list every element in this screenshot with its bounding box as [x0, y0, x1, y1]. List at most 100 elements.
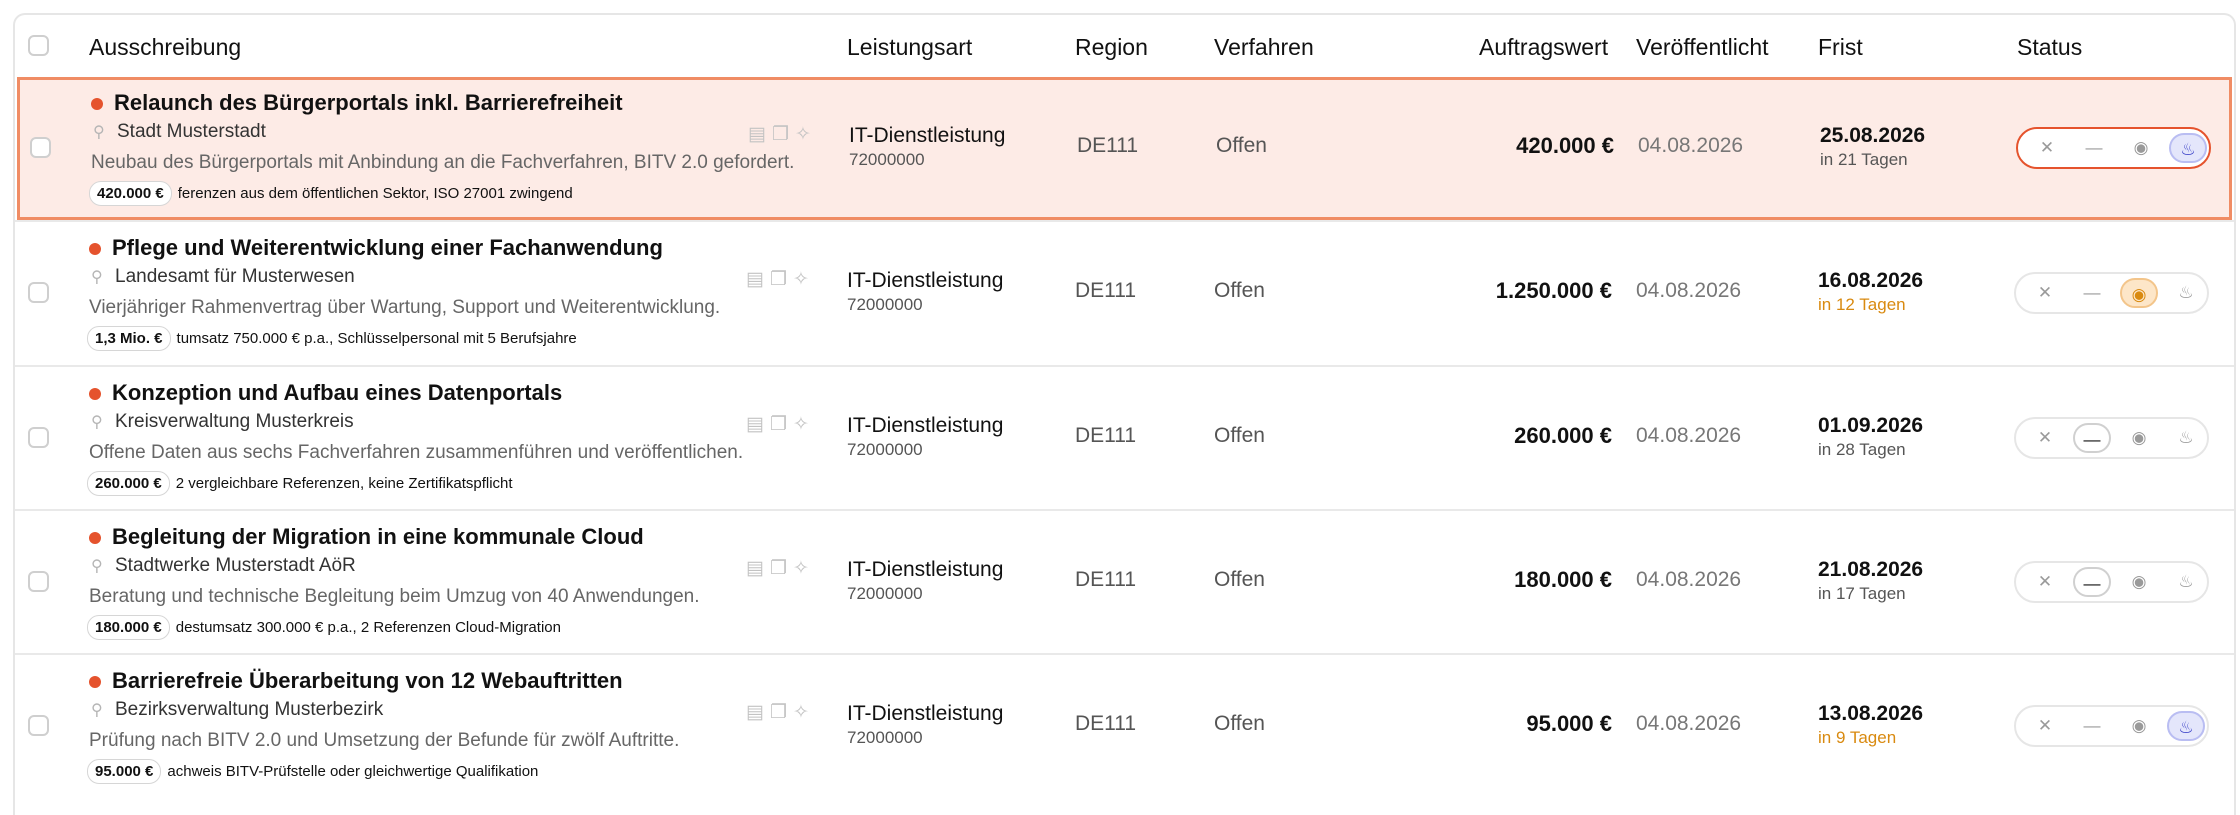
- pin-icon[interactable]: ⚲: [91, 700, 103, 720]
- status-hot-button[interactable]: ♨: [2167, 567, 2205, 597]
- status-neutral-button[interactable]: —: [2073, 278, 2111, 308]
- table-row[interactable]: Begleitung der Migration in eine kommuna…: [15, 509, 2234, 654]
- deadline-relative: in 28 Tagen: [1818, 440, 1906, 459]
- document-icon[interactable]: ▤: [746, 269, 770, 290]
- sparkle-icon[interactable]: ✧: [793, 414, 815, 435]
- status-neutral-button[interactable]: —: [2073, 567, 2111, 597]
- document-icon[interactable]: ▤: [748, 124, 772, 145]
- row-checkbox[interactable]: [28, 282, 49, 303]
- tag-row: 1,3 Mio. € tumsatz 750.000 € p.a., Schlüs…: [87, 326, 577, 352]
- status-selector[interactable]: ✕ — ◉ ♨: [2014, 417, 2209, 459]
- header-procedure[interactable]: Verfahren: [1214, 34, 1314, 61]
- select-all-checkbox[interactable]: [28, 35, 49, 56]
- pin-icon[interactable]: ⚲: [91, 556, 103, 576]
- pin-icon[interactable]: ⚲: [93, 122, 105, 142]
- sparkle-icon[interactable]: ✧: [793, 558, 815, 579]
- status-watch-button[interactable]: ◉: [2120, 567, 2158, 597]
- status-neutral-button[interactable]: —: [2073, 423, 2111, 453]
- sparkle-icon[interactable]: ✧: [793, 702, 815, 723]
- deadline-date: 13.08.2026: [1818, 702, 1924, 725]
- value-badge: 420.000 €: [89, 181, 172, 206]
- row-checkbox[interactable]: [28, 715, 49, 736]
- row-actions: ▤❐✧: [746, 557, 815, 580]
- status-neutral-button[interactable]: —: [2075, 133, 2113, 163]
- tender-table: Ausschreibung Leistungsart Region Verfah…: [13, 13, 2236, 815]
- tag-row: 420.000 € ferenzen aus dem öffentlichen S…: [89, 181, 579, 207]
- cpv-code: 72000000: [847, 440, 923, 459]
- header-contract-value[interactable]: Auftragswert: [1479, 34, 1608, 61]
- eye-icon: ◉: [2133, 138, 2149, 157]
- tender-title[interactable]: Relaunch des Bürgerportals inkl. Barrier…: [114, 90, 623, 116]
- tender-title[interactable]: Pflege und Weiterentwicklung einer Facha…: [112, 235, 663, 261]
- contracting-authority: Kreisverwaltung Musterkreis: [115, 411, 354, 432]
- status-reject-button[interactable]: ✕: [2026, 423, 2064, 453]
- eye-icon: ◉: [2131, 572, 2147, 591]
- flame-icon: ♨: [2178, 283, 2194, 302]
- document-icon[interactable]: ▤: [746, 558, 770, 579]
- copy-icon[interactable]: ❐: [772, 124, 795, 145]
- status-reject-button[interactable]: ✕: [2026, 278, 2064, 308]
- status-watch-button[interactable]: ◉: [2120, 423, 2158, 453]
- service-type: IT-Dienstleistung: [847, 702, 1004, 725]
- value-badge: 1,3 Mio. €: [87, 326, 171, 351]
- status-selector[interactable]: ✕ — ◉ ♨: [2016, 127, 2211, 169]
- header-tender[interactable]: Ausschreibung: [89, 34, 241, 61]
- new-indicator-dot: [89, 243, 101, 255]
- published-date: 04.08.2026: [1636, 568, 1742, 591]
- tender-title[interactable]: Begleitung der Migration in eine kommuna…: [112, 524, 644, 550]
- copy-icon[interactable]: ❐: [770, 414, 793, 435]
- status-hot-button[interactable]: ♨: [2167, 711, 2205, 741]
- status-hot-button[interactable]: ♨: [2169, 133, 2207, 163]
- header-service-type[interactable]: Leistungsart: [847, 34, 972, 61]
- document-icon[interactable]: ▤: [746, 414, 770, 435]
- sparkle-icon[interactable]: ✧: [795, 124, 817, 145]
- value-badge: 180.000 €: [87, 615, 170, 640]
- table-row[interactable]: Barrierefreie Überarbeitung von 12 Webau…: [15, 653, 2234, 798]
- flame-icon: ♨: [2178, 428, 2194, 447]
- tender-description: Beratung und technische Begleitung beim …: [89, 586, 700, 607]
- status-selector[interactable]: ✕ — ◉ ♨: [2014, 272, 2209, 314]
- contracting-authority: Stadt Musterstadt: [117, 121, 266, 142]
- copy-icon[interactable]: ❐: [770, 269, 793, 290]
- status-hot-button[interactable]: ♨: [2167, 423, 2205, 453]
- status-watch-button[interactable]: ◉: [2122, 133, 2160, 163]
- status-watch-button[interactable]: ◉: [2120, 278, 2158, 308]
- tender-title[interactable]: Barrierefreie Überarbeitung von 12 Webau…: [112, 668, 623, 694]
- header-status[interactable]: Status: [2017, 34, 2082, 61]
- row-checkbox[interactable]: [28, 427, 49, 448]
- table-row[interactable]: Konzeption und Aufbau eines Datenportals…: [15, 365, 2234, 510]
- sparkle-icon[interactable]: ✧: [793, 269, 815, 290]
- status-reject-button[interactable]: ✕: [2026, 567, 2064, 597]
- requirements-text: destumsatz 300.000 € p.a., 2 Referenzen …: [175, 619, 561, 636]
- status-selector[interactable]: ✕ — ◉ ♨: [2014, 561, 2209, 603]
- table-row[interactable]: Pflege und Weiterentwicklung einer Facha…: [15, 220, 2234, 365]
- status-reject-button[interactable]: ✕: [2026, 711, 2064, 741]
- row-checkbox[interactable]: [30, 137, 51, 158]
- dash-icon: —: [2083, 430, 2101, 449]
- deadline-relative: in 17 Tagen: [1818, 584, 1906, 603]
- status-selector[interactable]: ✕ — ◉ ♨: [2014, 705, 2209, 747]
- row-actions: ▤❐✧: [746, 413, 815, 436]
- header-published[interactable]: Veröffentlicht: [1636, 34, 1769, 61]
- dash-icon: —: [2083, 716, 2101, 735]
- tag-row: 260.000 € 2 vergleichbare Referenzen, kei…: [87, 471, 577, 497]
- pin-icon[interactable]: ⚲: [91, 267, 103, 287]
- table-row[interactable]: Relaunch des Bürgerportals inkl. Barrier…: [17, 77, 2232, 220]
- status-neutral-button[interactable]: —: [2073, 711, 2111, 741]
- region-code: DE111: [1075, 279, 1137, 302]
- status-reject-button[interactable]: ✕: [2028, 133, 2066, 163]
- status-watch-button[interactable]: ◉: [2120, 711, 2158, 741]
- header-region[interactable]: Region: [1075, 34, 1148, 61]
- close-icon: ✕: [2037, 572, 2053, 591]
- copy-icon[interactable]: ❐: [770, 702, 793, 723]
- value-badge: 95.000 €: [87, 759, 162, 784]
- row-checkbox[interactable]: [28, 571, 49, 592]
- copy-icon[interactable]: ❐: [770, 558, 793, 579]
- document-icon[interactable]: ▤: [746, 702, 770, 723]
- tender-title[interactable]: Konzeption und Aufbau eines Datenportals: [112, 380, 562, 406]
- header-deadline[interactable]: Frist: [1818, 34, 1863, 61]
- dash-icon: —: [2085, 138, 2103, 157]
- pin-icon[interactable]: ⚲: [91, 412, 103, 432]
- status-hot-button[interactable]: ♨: [2167, 278, 2205, 308]
- deadline-date: 16.08.2026: [1818, 269, 1924, 292]
